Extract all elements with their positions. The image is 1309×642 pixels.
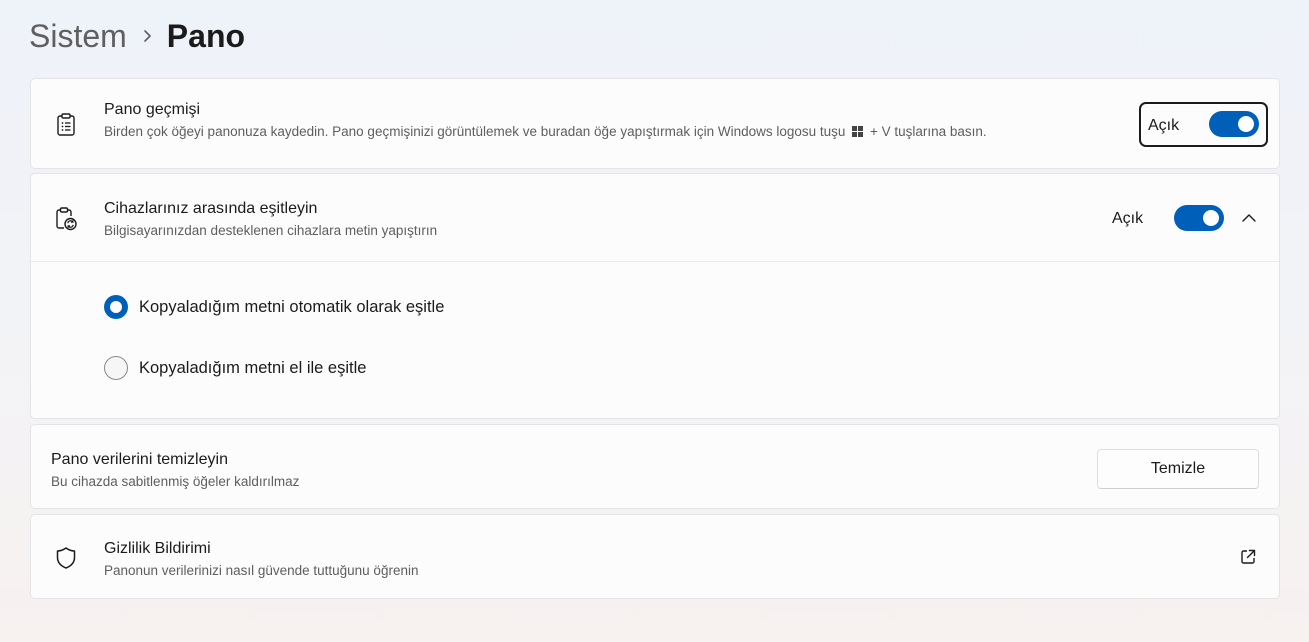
- section-divider: [31, 261, 1279, 262]
- open-external-icon[interactable]: [1236, 545, 1260, 569]
- clear-data-description: Bu cihazda sabitlenmiş öğeler kaldırılma…: [51, 474, 300, 489]
- radio-auto-sync-label[interactable]: Kopyaladığım metni otomatik olarak eşitl…: [139, 298, 444, 317]
- windows-logo-icon: [852, 125, 864, 140]
- clipboard-sync-icon: [54, 207, 78, 231]
- clipboard-history-toggle-label: Açık: [1148, 117, 1180, 134]
- radio-manual-sync[interactable]: [104, 356, 128, 380]
- radio-manual-sync-label[interactable]: Kopyaladığım metni el ile eşitle: [139, 359, 366, 378]
- clipboard-history-description: Birden çok öğeyi panonuza kaydedin. Pano…: [104, 124, 1049, 140]
- sync-devices-description: Bilgisayarınızdan desteklenen cihazlara …: [104, 223, 438, 238]
- clipboard-history-card: Pano geçmişi Birden çok öğeyi panonuza k…: [30, 78, 1280, 169]
- privacy-title: Gizlilik Bildirimi: [104, 540, 211, 557]
- privacy-description: Panonun verilerinizi nasıl güvende tuttu…: [104, 563, 419, 578]
- clipboard-history-title: Pano geçmişi: [104, 101, 201, 118]
- chevron-up-icon[interactable]: [1237, 206, 1261, 230]
- clipboard-history-description-end: + V tuşlarına basın.: [869, 124, 987, 139]
- toggle-knob: [1203, 210, 1219, 226]
- privacy-card[interactable]: Gizlilik Bildirimi Panonun verilerinizi …: [30, 514, 1280, 599]
- breadcrumb: Sistem Pano: [29, 14, 245, 58]
- sync-devices-title: Cihazlarınız arasında eşitleyin: [104, 200, 318, 217]
- radio-auto-sync[interactable]: [104, 295, 128, 319]
- sync-devices-toggle-label: Açık: [1112, 210, 1144, 227]
- page-title: Pano: [166, 17, 246, 54]
- clipboard-history-toggle[interactable]: [1209, 111, 1259, 137]
- clear-data-title: Pano verilerini temizleyin: [51, 451, 228, 468]
- chevron-right-icon: [127, 29, 167, 43]
- clear-button[interactable]: Temizle: [1097, 449, 1259, 489]
- shield-icon: [54, 546, 78, 570]
- breadcrumb-parent[interactable]: Sistem: [29, 18, 127, 55]
- clipboard-history-description-start: Birden çok öğeyi panonuza kaydedin. Pano…: [104, 124, 846, 139]
- clear-data-card: Pano verilerini temizleyin Bu cihazda sa…: [30, 424, 1280, 509]
- sync-devices-card: Cihazlarınız arasında eşitleyin Bilgisay…: [30, 173, 1280, 419]
- sync-devices-toggle[interactable]: [1174, 205, 1224, 231]
- clipboard-list-icon: [54, 113, 78, 137]
- toggle-knob: [1238, 116, 1254, 132]
